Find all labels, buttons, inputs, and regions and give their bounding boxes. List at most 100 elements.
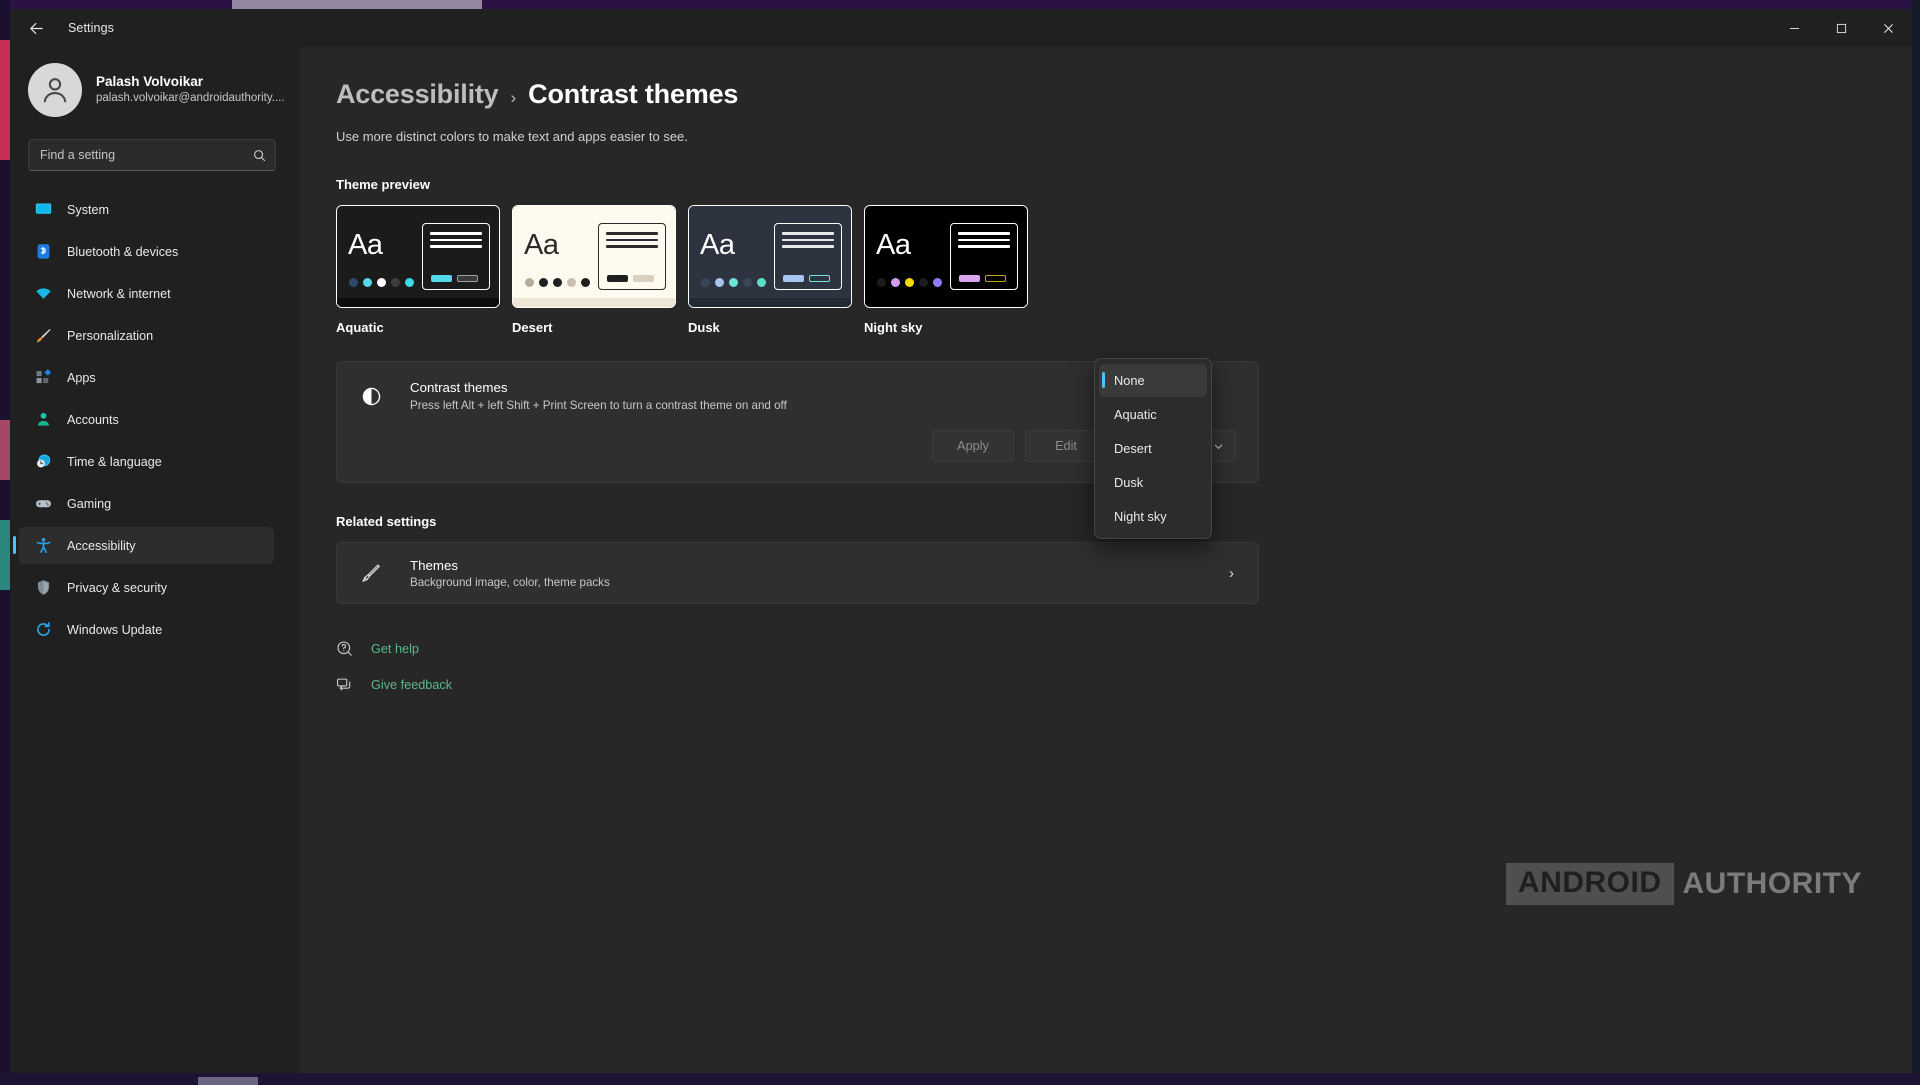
close-button[interactable] <box>1865 9 1912 47</box>
feedback-icon <box>337 678 351 691</box>
theme-card-doc <box>422 223 490 290</box>
theme-card-sample-text: Aa <box>348 229 383 261</box>
sidebar-item-privacy-security[interactable]: Privacy & security <box>19 569 274 606</box>
help-icon <box>337 641 352 656</box>
theme-card-dusk[interactable]: Aa Dusk <box>688 205 852 335</box>
get-help-link[interactable]: Get help <box>336 640 1912 657</box>
sidebar-item-system[interactable]: System <box>19 191 274 228</box>
theme-card-aquatic[interactable]: Aa Aquatic <box>336 205 500 335</box>
breadcrumb-parent[interactable]: Accessibility <box>336 79 499 110</box>
contrast-icon <box>357 386 385 407</box>
sidebar-item-bluetooth-devices[interactable]: Bluetooth & devices <box>19 233 274 270</box>
apply-button-label: Apply <box>957 439 989 453</box>
desktop-accent <box>0 40 10 160</box>
theme-card-frame: Aa <box>512 205 676 308</box>
theme-card-sample-text: Aa <box>524 229 559 261</box>
sidebar-item-label: Time & language <box>67 454 162 469</box>
theme-card-frame: Aa <box>688 205 852 308</box>
edit-button-label: Edit <box>1055 439 1077 453</box>
apply-button[interactable]: Apply <box>932 430 1014 462</box>
related-item-title: Themes <box>410 557 459 573</box>
contrast-theme-dropdown-menu: None Aquatic Desert Dusk Night sky <box>1094 358 1212 539</box>
update-icon <box>35 621 52 638</box>
desktop-chip <box>232 0 482 9</box>
sidebar-item-label: Network & internet <box>67 286 171 301</box>
account-email: palash.volvoikar@androidauthority.... <box>96 92 285 105</box>
sidebar-item-apps[interactable]: Apps <box>19 359 274 396</box>
sidebar-item-network-internet[interactable]: Network & internet <box>19 275 274 312</box>
sidebar-item-label: Accounts <box>67 412 119 427</box>
footer-links: Get help Give feedback <box>336 640 1912 693</box>
theme-card-frame: Aa <box>336 205 500 308</box>
swatch <box>525 278 534 287</box>
account-block[interactable]: Palash Volvoikar palash.volvoikar@androi… <box>10 47 300 129</box>
swatch <box>905 278 914 287</box>
swatch <box>553 278 562 287</box>
chevron-right-icon: › <box>1229 564 1234 582</box>
maximize-button[interactable] <box>1818 9 1865 47</box>
get-help-link-label: Get help <box>371 641 419 656</box>
related-item-themes[interactable]: Themes Background image, color, theme pa… <box>336 542 1259 604</box>
watermark: ANDROID AUTHORITY <box>1506 863 1862 905</box>
theme-card-sample-text: Aa <box>700 229 735 261</box>
theme-card-swatches <box>877 278 942 287</box>
search-input[interactable] <box>40 148 252 162</box>
related-item-subtitle: Background image, color, theme packs <box>410 575 610 589</box>
person-icon <box>35 411 52 428</box>
sidebar-item-accessibility[interactable]: Accessibility <box>13 527 274 564</box>
chevron-right-icon: › <box>510 88 517 107</box>
watermark-box-text: ANDROID <box>1506 863 1674 905</box>
dropdown-option-label: None <box>1114 373 1145 388</box>
sidebar-item-windows-update[interactable]: Windows Update <box>19 611 274 648</box>
content-pane: Accessibility › Contrast themes Use more… <box>300 47 1912 1073</box>
clock-globe-icon <box>35 453 52 470</box>
dropdown-option-aquatic[interactable]: Aquatic <box>1099 398 1207 431</box>
sidebar-item-personalization[interactable]: Personalization <box>19 317 274 354</box>
sidebar-item-time-language[interactable]: Time & language <box>19 443 274 480</box>
theme-card-label: Dusk <box>688 320 720 335</box>
contrast-card-subtitle: Press left Alt + left Shift + Print Scre… <box>410 399 787 412</box>
sidebar-item-accounts[interactable]: Accounts <box>19 401 274 438</box>
contrast-card-title: Contrast themes <box>410 380 508 395</box>
swatch <box>567 278 576 287</box>
page-title: Contrast themes <box>528 79 739 109</box>
desktop-accent <box>0 520 10 590</box>
search-box[interactable] <box>28 139 276 171</box>
theme-card-night-sky[interactable]: Aa Night sky <box>864 205 1028 335</box>
swatch <box>743 278 752 287</box>
paintbrush-icon <box>35 327 52 344</box>
give-feedback-link[interactable]: Give feedback <box>336 676 1912 693</box>
dropdown-option-none[interactable]: None <box>1099 364 1207 397</box>
sidebar-item-label: Accessibility <box>67 538 136 553</box>
swatch <box>391 278 400 287</box>
sidebar-nav: System Bluetooth & devices Network & int… <box>10 191 300 648</box>
title-bar: Settings <box>10 9 1912 47</box>
dropdown-option-desert[interactable]: Desert <box>1099 432 1207 465</box>
swatch <box>729 278 738 287</box>
desktop-accent <box>0 420 10 480</box>
theme-card-doc <box>774 223 842 290</box>
minimize-button[interactable] <box>1771 9 1818 47</box>
sidebar-item-gaming[interactable]: Gaming <box>19 485 274 522</box>
dropdown-option-dusk[interactable]: Dusk <box>1099 466 1207 499</box>
window-title: Settings <box>68 21 114 35</box>
sidebar-item-label: Gaming <box>67 496 112 511</box>
screen: Settings Palash Volvoikar palash.volvoik… <box>0 0 1920 1085</box>
watermark-text: AUTHORITY <box>1682 867 1862 900</box>
chevron-down-icon <box>1214 444 1223 449</box>
give-feedback-link-label: Give feedback <box>371 677 453 692</box>
theme-preview-list: Aa Aquatic Aa Desert Aa Dusk Aa Night sk… <box>336 205 1912 335</box>
swatch <box>715 278 724 287</box>
swatch <box>363 278 372 287</box>
theme-card-desert[interactable]: Aa Desert <box>512 205 676 335</box>
sidebar-item-label: Personalization <box>67 328 154 343</box>
desktop-bleed-right <box>1912 0 1920 1085</box>
sidebar-item-label: Privacy & security <box>67 580 168 595</box>
swatch <box>349 278 358 287</box>
window-controls <box>1771 9 1912 47</box>
back-button[interactable] <box>16 12 56 44</box>
theme-card-frame: Aa <box>864 205 1028 308</box>
back-arrow-icon <box>29 22 43 34</box>
swatch <box>701 278 710 287</box>
dropdown-option-night-sky[interactable]: Night sky <box>1099 500 1207 533</box>
